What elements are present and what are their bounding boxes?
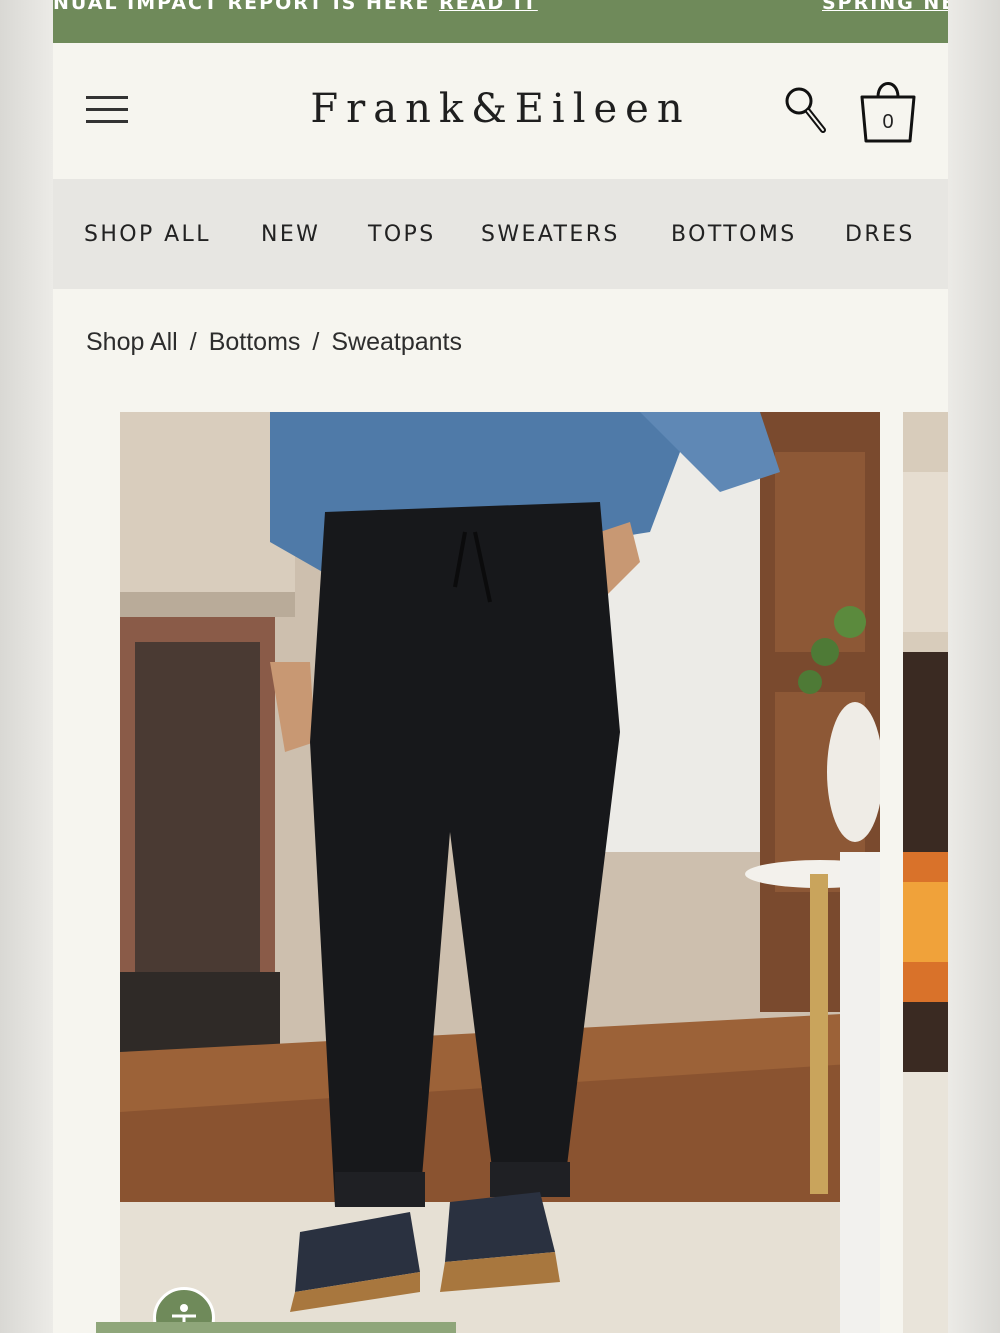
announcement-bar: NUAL IMPACT REPORT IS HERE READ IT SPRIN… — [53, 0, 948, 43]
breadcrumb-bottoms[interactable]: Bottoms — [209, 328, 301, 356]
announcement-next-message[interactable]: SPRING NE — [822, 0, 948, 14]
category-nav: SHOP ALL NEW TOPS SWEATERS BOTTOMS DRES — [53, 179, 948, 289]
search-button[interactable] — [783, 85, 827, 135]
product-image[interactable] — [120, 412, 880, 1333]
cart-count: 0 — [882, 111, 894, 133]
category-new[interactable]: NEW — [261, 222, 320, 247]
breadcrumb-shop-all[interactable]: Shop All — [86, 328, 178, 356]
page: NUAL IMPACT REPORT IS HERE READ IT SPRIN… — [53, 0, 948, 1333]
announcement-text: NUAL IMPACT REPORT IS HERE — [53, 0, 431, 14]
announcement-next-text[interactable]: SPRING NE — [822, 0, 948, 14]
next-product-photo — [903, 412, 948, 1333]
breadcrumb-sweatpants: Sweatpants — [331, 328, 462, 356]
bottom-promo-bar[interactable] — [96, 1322, 456, 1333]
breadcrumb-separator: / — [189, 328, 197, 356]
site-header: Frank&Eileen 0 — [53, 43, 948, 179]
category-shop-all[interactable]: SHOP ALL — [84, 222, 211, 247]
category-bottoms[interactable]: BOTTOMS — [671, 222, 797, 247]
category-sweaters[interactable]: SWEATERS — [481, 222, 620, 247]
breadcrumb-separator: / — [312, 328, 320, 356]
category-tops[interactable]: TOPS — [368, 222, 436, 247]
announcement-message: NUAL IMPACT REPORT IS HERE READ IT — [53, 0, 538, 14]
breadcrumb: Shop All / Bottoms / Sweatpants — [86, 328, 462, 357]
category-dresses[interactable]: DRES — [845, 222, 915, 247]
search-icon — [785, 87, 826, 133]
next-product-image[interactable] — [903, 412, 948, 1333]
cart-button[interactable]: 0 — [858, 75, 918, 147]
product-photo — [120, 412, 880, 1333]
announcement-read-link[interactable]: READ IT — [439, 0, 538, 14]
